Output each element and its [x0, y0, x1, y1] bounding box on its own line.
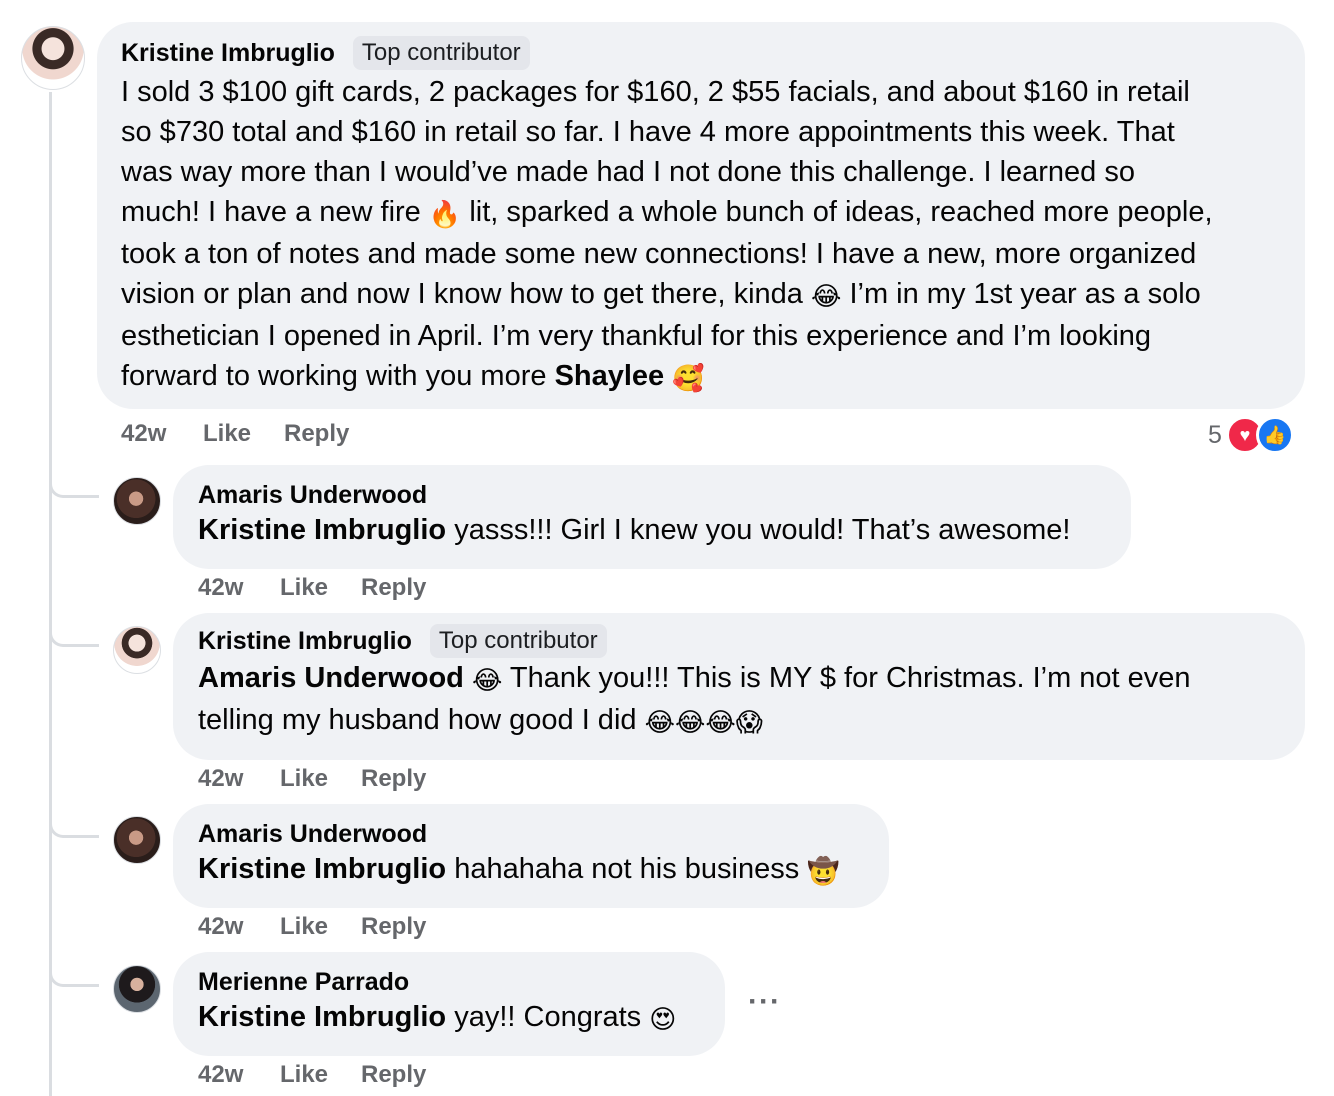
- mention-link[interactable]: Amaris Underwood: [198, 662, 464, 694]
- comment-header: Amaris Underwood: [198, 820, 864, 849]
- avatar[interactable]: [21, 26, 85, 90]
- reaction-count: 5: [1208, 420, 1222, 449]
- like-button[interactable]: Like: [280, 913, 361, 941]
- comment-bubble: Kristine Imbruglio Top contributor I sol…: [97, 22, 1305, 409]
- comment-header: Amaris Underwood: [198, 481, 1106, 510]
- like-button[interactable]: Like: [203, 420, 284, 448]
- comment-actions: 42w Like Reply: [198, 913, 426, 941]
- comment-text-segment: yasss!!! Girl I knew you would! That’s a…: [454, 514, 1071, 546]
- comment-line: Amaris Underwood 😂 Thank you!!! This is …: [198, 658, 1280, 700]
- like-button[interactable]: Like: [280, 574, 361, 602]
- comment-header: Kristine Imbruglio Top contributor: [198, 624, 1280, 658]
- comment-text: Kristine Imbruglio yasss!!! Girl I knew …: [198, 510, 1106, 550]
- heart-eyes-emoji-icon: 😍: [649, 1004, 677, 1034]
- reply-connector: [49, 808, 99, 838]
- comment-line: much! I have a new fire 🔥 lit, sparked a…: [121, 192, 1281, 234]
- mention-link[interactable]: Shaylee: [555, 360, 665, 392]
- timestamp[interactable]: 42w: [198, 574, 280, 602]
- comment-line: forward to working with you more Shaylee…: [121, 356, 1281, 398]
- comment-actions: 42w Like Reply: [121, 420, 349, 448]
- reply-bubble: Amaris Underwood Kristine Imbruglio haha…: [173, 804, 889, 908]
- comment-line: I sold 3 $100 gift cards, 2 packages for…: [121, 76, 1190, 108]
- reaction-summary[interactable]: 5 ♥ 👍: [1208, 416, 1294, 454]
- timestamp[interactable]: 42w: [198, 913, 280, 941]
- cowboy-emoji-icon: 🤠: [807, 856, 840, 886]
- smiling-hearts-emoji-icon: 🥰: [672, 363, 705, 393]
- reply-connector: [49, 957, 99, 987]
- laughing-emoji-icon: 😂: [810, 281, 842, 311]
- avatar[interactable]: [113, 965, 161, 1013]
- comment-header: Kristine Imbruglio Top contributor: [121, 36, 1281, 70]
- comment-text-segment: Thank you!!! This is MY $ for Christmas.…: [509, 662, 1191, 694]
- avatar[interactable]: [113, 626, 161, 674]
- laughing-emojis-icon: 😂😂😂😱: [644, 707, 763, 737]
- reply-button[interactable]: Reply: [361, 574, 426, 602]
- comment-text: Kristine Imbruglio hahahaha not his busi…: [198, 849, 864, 891]
- author-name[interactable]: Merienne Parrado: [198, 968, 409, 997]
- comment-text-segment: telling my husband how good I did: [198, 704, 637, 736]
- comment-text-segment: forward to working with you more: [121, 360, 547, 392]
- author-name[interactable]: Kristine Imbruglio: [121, 39, 335, 68]
- timestamp[interactable]: 42w: [198, 1061, 280, 1089]
- author-name[interactable]: Kristine Imbruglio: [198, 627, 412, 656]
- comment-line: so $730 total and $160 in retail so far.…: [121, 116, 1175, 148]
- reply-bubble: Kristine Imbruglio Top contributor Amari…: [173, 613, 1305, 760]
- comment-text-segment: yay!! Congrats: [454, 1001, 642, 1033]
- reply-button[interactable]: Reply: [361, 765, 426, 793]
- like-reaction-icon: 👍: [1255, 416, 1294, 454]
- author-name[interactable]: Amaris Underwood: [198, 820, 427, 849]
- reply-connector: [49, 468, 99, 498]
- comment-text: I sold 3 $100 gift cards, 2 packages for…: [121, 72, 1281, 398]
- comment-actions: 42w Like Reply: [198, 574, 426, 602]
- reply-connector: [49, 617, 99, 647]
- comment-text-segment: vision or plan and now I know how to get…: [121, 278, 803, 310]
- reply-bubble: Amaris Underwood Kristine Imbruglio yass…: [173, 465, 1131, 569]
- timestamp[interactable]: 42w: [121, 420, 203, 448]
- reply-button[interactable]: Reply: [361, 913, 426, 941]
- laughing-emoji-icon: 😂: [471, 665, 503, 695]
- reply-button[interactable]: Reply: [284, 420, 349, 448]
- comment-line: took a ton of notes and made some new co…: [121, 238, 1197, 270]
- reply-bubble: Merienne Parrado Kristine Imbruglio yay!…: [173, 952, 725, 1056]
- comment-text-segment: much! I have a new fire: [121, 196, 421, 228]
- more-horizontal-icon[interactable]: ···: [748, 985, 781, 1019]
- comment-line: vision or plan and now I know how to get…: [121, 274, 1281, 316]
- comment-text-segment: lit, sparked a whole bunch of ideas, rea…: [469, 196, 1213, 228]
- like-button[interactable]: Like: [280, 765, 361, 793]
- like-button[interactable]: Like: [280, 1061, 361, 1089]
- mention-link[interactable]: Kristine Imbruglio: [198, 1001, 446, 1033]
- comment-text-segment: I’m in my 1st year as a solo: [849, 278, 1201, 310]
- thread-line: [49, 92, 52, 1096]
- comment-header: Merienne Parrado: [198, 968, 700, 997]
- mention-link[interactable]: Kristine Imbruglio: [198, 514, 446, 546]
- comment-actions: 42w Like Reply: [198, 765, 426, 793]
- comment-line: was way more than I would’ve made had I …: [121, 156, 1135, 188]
- comment-actions: 42w Like Reply: [198, 1061, 426, 1089]
- timestamp[interactable]: 42w: [198, 765, 280, 793]
- author-name[interactable]: Amaris Underwood: [198, 481, 427, 510]
- fire-emoji-icon: 🔥: [428, 199, 462, 229]
- comment-line: esthetician I opened in April. I’m very …: [121, 320, 1152, 352]
- comment-text-segment: hahahaha not his business: [454, 853, 800, 885]
- mention-link[interactable]: Kristine Imbruglio: [198, 853, 446, 885]
- comment-text: Kristine Imbruglio yay!! Congrats 😍: [198, 997, 700, 1039]
- avatar[interactable]: [113, 477, 161, 525]
- reply-button[interactable]: Reply: [361, 1061, 426, 1089]
- comment-text: Amaris Underwood 😂 Thank you!!! This is …: [198, 658, 1280, 742]
- top-contributor-badge[interactable]: Top contributor: [352, 36, 530, 70]
- avatar[interactable]: [113, 816, 161, 864]
- top-contributor-badge[interactable]: Top contributor: [429, 624, 607, 658]
- comment-line: telling my husband how good I did 😂😂😂😱: [198, 700, 1280, 742]
